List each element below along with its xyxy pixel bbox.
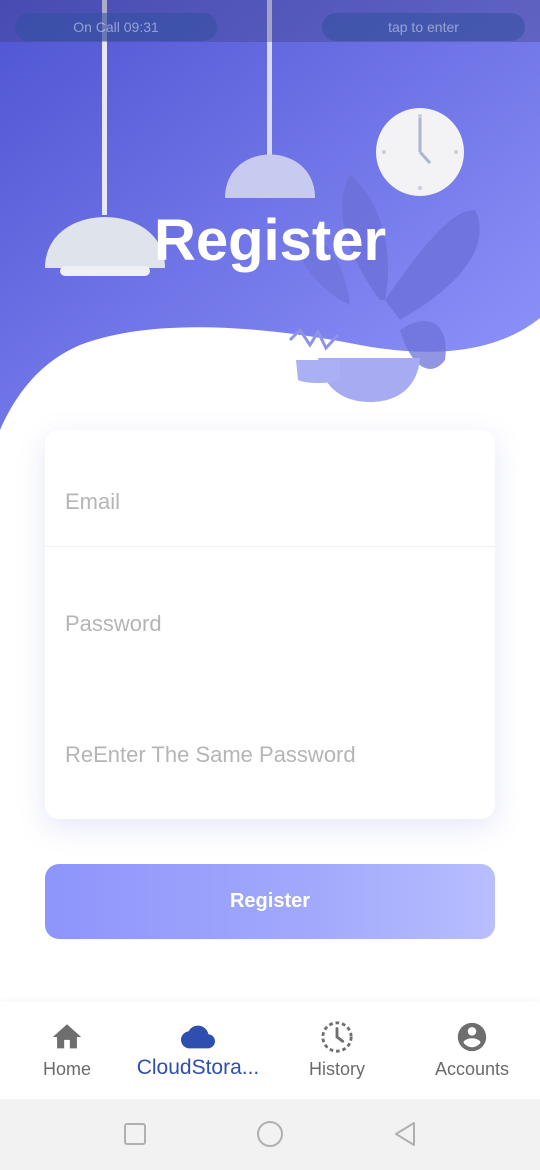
recent-apps-icon[interactable] (120, 1119, 150, 1149)
divider (45, 546, 495, 547)
nav-item-label: History (308, 1059, 365, 1079)
home-button-icon[interactable] (255, 1119, 285, 1149)
password-field[interactable] (45, 592, 495, 656)
home-icon (52, 1024, 82, 1049)
repassword-field-container (45, 723, 495, 787)
nav-item-home[interactable]: Home (0, 1002, 134, 1099)
email-field-container (45, 470, 495, 534)
history-icon (321, 1021, 353, 1053)
cloud-icon (181, 1025, 215, 1049)
page-title: Register (153, 208, 387, 273)
nav-item-label: CloudStora... (136, 1056, 260, 1079)
account-circle-icon (457, 1022, 487, 1052)
tap-to-enter-pill[interactable]: tap to enter (322, 13, 525, 41)
register-button[interactable]: Register (45, 864, 495, 939)
password-field-container (45, 592, 495, 656)
register-form-card (45, 430, 495, 819)
status-bar: On Call 09:31 tap to enter (0, 0, 540, 42)
nav-item-history[interactable]: History (270, 1002, 404, 1099)
bottom-navigation: Home CloudStora... History Accounts (0, 1002, 540, 1099)
nav-item-cloudstorage[interactable]: CloudStora... (130, 1002, 266, 1099)
nav-item-accounts[interactable]: Accounts (404, 1002, 540, 1099)
nav-item-label: Accounts (434, 1059, 510, 1079)
email-field[interactable] (45, 470, 495, 534)
nav-item-label: Home (42, 1059, 91, 1079)
confirm-password-field[interactable] (45, 723, 495, 787)
system-navigation-bar (0, 1099, 540, 1170)
back-icon[interactable] (390, 1119, 420, 1149)
call-status-pill[interactable]: On Call 09:31 (15, 13, 217, 41)
